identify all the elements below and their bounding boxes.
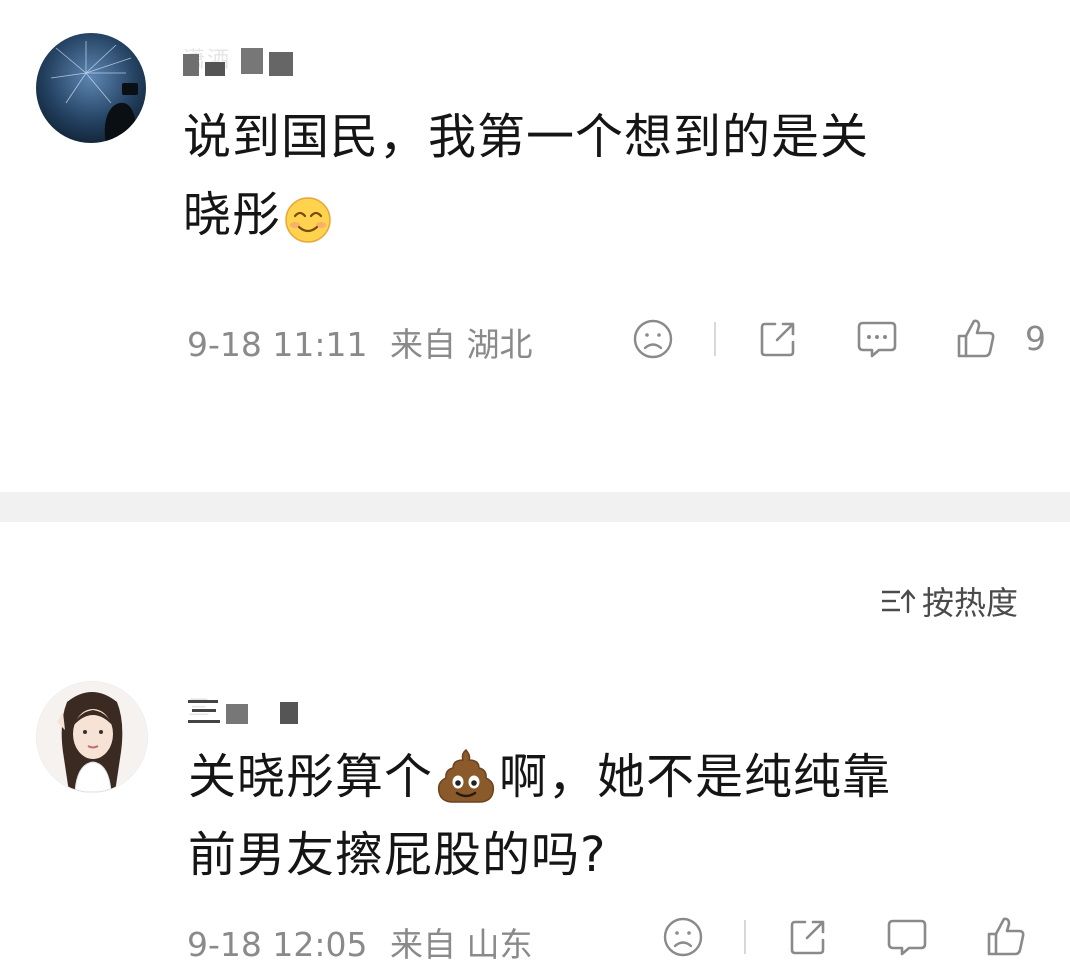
thumbs-up-icon: [957, 319, 995, 358]
sort-by-hot-button[interactable]: 按热度: [880, 578, 1018, 624]
comment-location: 来自 山东: [390, 925, 533, 964]
like-count: 9: [1025, 318, 1046, 358]
comment-bubble-icon: [887, 919, 927, 956]
username[interactable]: 潇洒: [183, 42, 323, 82]
comment-line: 前男友擦屁股的吗?: [188, 827, 607, 883]
comment-line: 啊，她不是纯纯靠: [499, 749, 892, 805]
comment-line: 晓彤: [183, 187, 282, 243]
like-button[interactable]: [985, 914, 1027, 958]
sort-label: 按热度: [922, 584, 1019, 622]
comment-button[interactable]: [885, 916, 929, 958]
username-text: 三: [188, 690, 212, 722]
comment-location: 来自 湖北: [390, 325, 533, 364]
username[interactable]: 三: [188, 690, 318, 730]
avatar[interactable]: [36, 33, 146, 143]
comment-line: 关晓彤算个: [188, 749, 434, 805]
sad-face-icon: [633, 319, 673, 359]
share-icon: [760, 322, 795, 357]
section-divider: [0, 492, 1070, 522]
thumbs-up-icon: [987, 917, 1025, 956]
like-button[interactable]: 9: [955, 316, 1046, 360]
divider: [714, 322, 716, 356]
comment-text: 说到国民，我第一个想到的是关 晓彤: [183, 98, 1043, 254]
comment-meta: 9-18 11:11 来自 湖北: [187, 318, 545, 366]
comment-text: 关晓彤算个 啊，她不是纯纯靠 前男友擦屁股的吗?: [188, 738, 1048, 894]
divider: [744, 920, 746, 954]
comment-date: 9-18 12:05: [187, 925, 368, 964]
sort-icon: [882, 589, 916, 614]
avatar[interactable]: [36, 681, 148, 793]
dislike-button[interactable]: [662, 916, 704, 958]
comment-meta: 9-18 12:05 来自 山东: [187, 918, 545, 966]
smile-emoji-icon: [283, 190, 333, 243]
dislike-button[interactable]: [632, 318, 674, 360]
share-button[interactable]: [757, 318, 799, 360]
share-icon: [790, 920, 825, 955]
poop-emoji-icon: [435, 746, 497, 808]
comment-line: 说到国民，我第一个想到的是关: [183, 109, 870, 165]
comment-bubble-icon: [857, 321, 897, 358]
share-button[interactable]: [787, 916, 829, 958]
sad-face-icon: [663, 917, 703, 957]
comment-button[interactable]: [855, 318, 899, 360]
comment-date: 9-18 11:11: [187, 325, 368, 364]
